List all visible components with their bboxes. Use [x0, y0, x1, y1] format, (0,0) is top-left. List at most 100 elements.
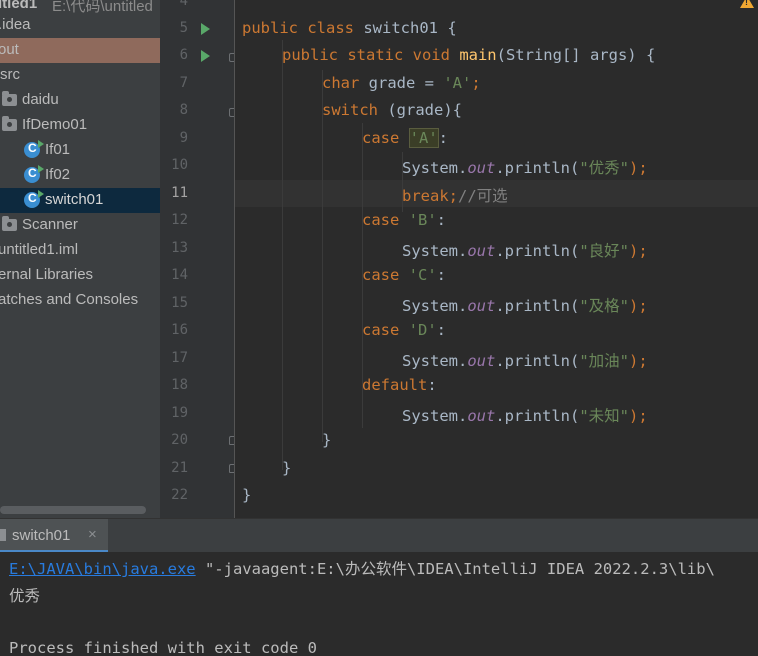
code-token: System.	[402, 242, 468, 260]
code-token: public class	[242, 19, 364, 37]
tree-item-external-libraries[interactable]: ernal Libraries	[0, 263, 160, 288]
code-token: "加油"	[579, 352, 629, 370]
code-line-17: System.out.println("加油");	[402, 349, 648, 371]
run-gutter-icon[interactable]	[201, 50, 210, 62]
code-token: (String[] args) {	[496, 46, 656, 64]
tree-item-label: untitled1.iml	[0, 241, 79, 258]
code-token: main	[459, 46, 497, 64]
tree-item-idea[interactable]: .idea	[0, 13, 160, 38]
code-token: ;	[448, 187, 459, 205]
line-number: 7	[179, 75, 188, 91]
code-token: 'D'	[408, 321, 437, 339]
line-number: 18	[171, 377, 188, 393]
project-name: itled1	[0, 0, 38, 12]
indent-guide	[282, 40, 283, 470]
code-token: );	[629, 297, 648, 315]
sidebar-scrollbar[interactable]	[0, 506, 146, 514]
line-number: 10	[171, 157, 188, 173]
code-token: );	[629, 159, 648, 177]
code-token: System.	[402, 159, 468, 177]
code-token: );	[629, 407, 648, 425]
java-exe-link[interactable]: E:\JAVA\bin\java.exe	[9, 560, 196, 578]
package-icon	[2, 91, 17, 106]
code-token: out	[467, 407, 496, 425]
code-token: );	[629, 352, 648, 370]
tree-item-label: daidu	[22, 91, 59, 108]
code-token: System.	[402, 352, 468, 370]
tree-item-label: out	[0, 41, 19, 58]
tree-item-label: ernal Libraries	[0, 266, 94, 283]
tree-item-iml[interactable]: untitled1.iml	[0, 238, 160, 263]
code-token: case	[362, 129, 409, 147]
code-token: "良好"	[579, 242, 629, 260]
code-token: switch	[322, 101, 388, 119]
run-console[interactable]: E:\JAVA\bin\java.exe "-javaagent:E:\办公软件…	[0, 552, 758, 656]
tree-item-src[interactable]: src	[0, 63, 160, 88]
line-number: 4	[179, 0, 188, 9]
code-line-8: switch (grade){	[322, 101, 462, 119]
tree-item-label: atches and Consoles	[0, 291, 139, 308]
code-token: );	[629, 242, 648, 260]
code-token: switch01 {	[363, 19, 457, 37]
code-token: .println(	[495, 352, 580, 370]
line-number: 22	[171, 487, 188, 503]
tree-item-out[interactable]: out	[0, 38, 160, 63]
close-icon[interactable]: ×	[88, 526, 97, 543]
code-token: "未知"	[579, 407, 629, 425]
tree-item-scanner[interactable]: Scanner	[0, 213, 160, 238]
code-editor[interactable]: ! public class switch01 { public static …	[235, 0, 758, 518]
code-line-19: System.out.println("未知");	[402, 404, 648, 426]
code-token: :	[436, 266, 447, 284]
code-token: case	[362, 266, 409, 284]
code-token: case	[362, 321, 409, 339]
console-args: "-javaagent:E:\办公软件\IDEA\IntelliJ IDEA 2…	[195, 560, 715, 578]
line-number: 6	[179, 47, 188, 63]
code-token: :	[438, 129, 449, 147]
tree-item-if01[interactable]: If01	[0, 138, 160, 163]
code-token: .println(	[495, 159, 580, 177]
tree-item-daidu[interactable]: daidu	[0, 88, 160, 113]
tree-item-label: Scanner	[22, 216, 78, 233]
code-line-12: case 'B':	[362, 211, 446, 229]
console-exit-message: Process finished with exit code 0	[9, 639, 317, 656]
class-icon	[24, 165, 44, 183]
code-line-14: case 'C':	[362, 266, 446, 284]
run-gutter-icon[interactable]	[201, 23, 210, 35]
code-token: char	[322, 74, 369, 92]
code-token: default	[362, 376, 428, 394]
line-number-current: 11	[171, 185, 188, 201]
warning-icon[interactable]: !	[740, 0, 754, 8]
code-token: break	[402, 187, 449, 205]
code-token: (grade){	[387, 101, 462, 119]
code-line-10: System.out.println("优秀");	[402, 156, 648, 178]
code-token: "优秀"	[579, 159, 629, 177]
line-number: 21	[171, 460, 188, 476]
code-line-5: public class switch01 {	[242, 19, 457, 37]
project-tree[interactable]: itled1 E:\代码\untitled .idea out src daid…	[0, 0, 160, 518]
code-line-11: break;//可选	[402, 184, 508, 206]
tree-item-label: switch01	[45, 191, 104, 208]
line-number: 13	[171, 240, 188, 256]
line-number: 15	[171, 295, 188, 311]
code-token: out	[467, 352, 496, 370]
package-icon	[2, 216, 17, 231]
code-token: .println(	[495, 407, 580, 425]
code-token: System.	[402, 297, 468, 315]
code-token: :	[436, 321, 447, 339]
code-line-21: }	[282, 459, 292, 477]
tree-item-if02[interactable]: If02	[0, 163, 160, 188]
line-number: 20	[171, 432, 188, 448]
code-token: 'C'	[408, 266, 437, 284]
code-token: System.	[402, 407, 468, 425]
tree-item-switch01[interactable]: switch01	[0, 188, 160, 213]
tab-run-switch01[interactable]: switch01 ×	[0, 519, 108, 553]
code-line-22: }	[242, 486, 252, 504]
run-config-icon	[0, 529, 6, 541]
tree-item-scratches[interactable]: atches and Consoles	[0, 288, 160, 313]
class-icon	[24, 190, 44, 208]
console-output: 优秀	[9, 587, 41, 605]
code-token: grade =	[368, 74, 444, 92]
tree-item-ifdemo01[interactable]: IfDemo01	[0, 113, 160, 138]
code-token: out	[467, 297, 496, 315]
code-token: ;	[471, 74, 481, 92]
